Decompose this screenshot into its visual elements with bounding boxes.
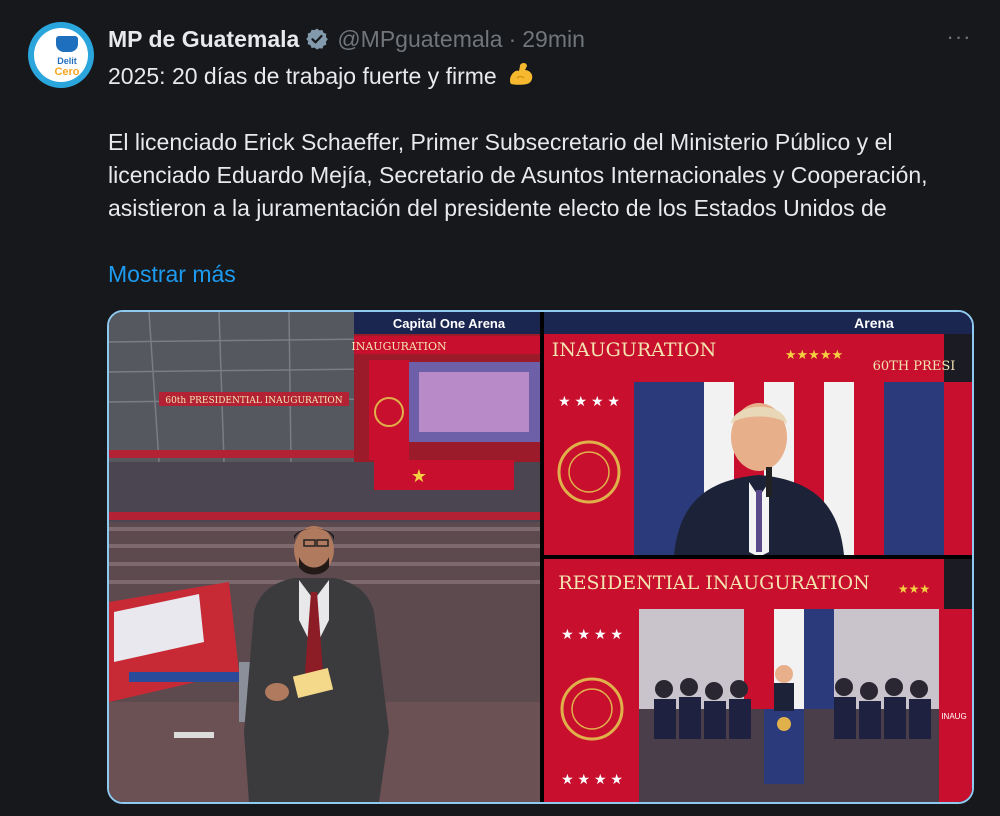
- left-inaug-banner: INAUGURATION: [351, 340, 447, 353]
- avatar[interactable]: Delit Cero: [28, 22, 94, 88]
- top-right-tag: 60TH PRESI: [873, 359, 956, 374]
- flexed-biceps-icon: [510, 63, 533, 85]
- tweet: Delit Cero MP de Guatemala @MPguatemala …: [0, 0, 1000, 816]
- display-name[interactable]: MP de Guatemala: [108, 26, 299, 53]
- svg-text:★: ★: [411, 466, 427, 486]
- photo-screen-stage[interactable]: RESIDENTIAL INAUGURATION ★★★ ★ ★ ★ ★ ★ ★…: [544, 559, 972, 802]
- top-right-arena: Arena: [854, 315, 894, 331]
- media-grid[interactable]: 60th PRESIDENTIAL INAUGURATION Capital O…: [107, 310, 974, 804]
- handle[interactable]: @MPguatemala: [337, 26, 502, 53]
- inaug-small-sign: INAUG: [941, 712, 966, 721]
- tweet-headline: 2025: 20 días de trabajo fuerte y firme: [108, 63, 497, 89]
- timestamp[interactable]: 29min: [522, 26, 585, 53]
- avatar-logo: Delit Cero: [34, 28, 88, 82]
- shield-icon: [56, 36, 78, 52]
- tweet-text: 2025: 20 días de trabajo fuerte y firme …: [108, 60, 978, 225]
- photo-screen-speaker[interactable]: Arena INAUGURATION ★★★★★ 60TH PRESI ★ ★ …: [544, 312, 972, 555]
- arena-brand: Capital One Arena: [393, 316, 506, 331]
- separator-dot: ·: [508, 25, 517, 52]
- svg-text:★ ★ ★ ★: ★ ★ ★ ★: [561, 626, 623, 642]
- top-right-inaug-banner: INAUGURATION: [552, 339, 716, 361]
- arena-sign: 60th PRESIDENTIAL INAUGURATION: [165, 396, 342, 406]
- avatar-logo-text2: Cero: [54, 66, 80, 78]
- svg-text:★★★: ★★★: [898, 582, 930, 596]
- tweet-body: El licenciado Erick Schaeffer, Primer Su…: [108, 129, 928, 221]
- photo-arena-man[interactable]: 60th PRESIDENTIAL INAUGURATION Capital O…: [109, 312, 540, 802]
- svg-text:★★★★★: ★★★★★: [785, 347, 843, 362]
- tweet-first-line: 2025: 20 días de trabajo fuerte y firme: [108, 60, 978, 93]
- avatar-logo-text: Delit: [57, 56, 77, 66]
- more-options-icon[interactable]: ···: [942, 24, 976, 54]
- svg-text:★ ★ ★ ★: ★ ★ ★ ★: [558, 393, 620, 409]
- bottom-right-inaug-banner: RESIDENTIAL INAUGURATION: [558, 572, 869, 594]
- verified-badge-icon[interactable]: [305, 27, 329, 51]
- tweet-header: MP de Guatemala @MPguatemala · 29min: [108, 24, 585, 54]
- svg-text:★ ★ ★ ★: ★ ★ ★ ★: [561, 771, 623, 787]
- show-more-link[interactable]: Mostrar más: [108, 258, 236, 291]
